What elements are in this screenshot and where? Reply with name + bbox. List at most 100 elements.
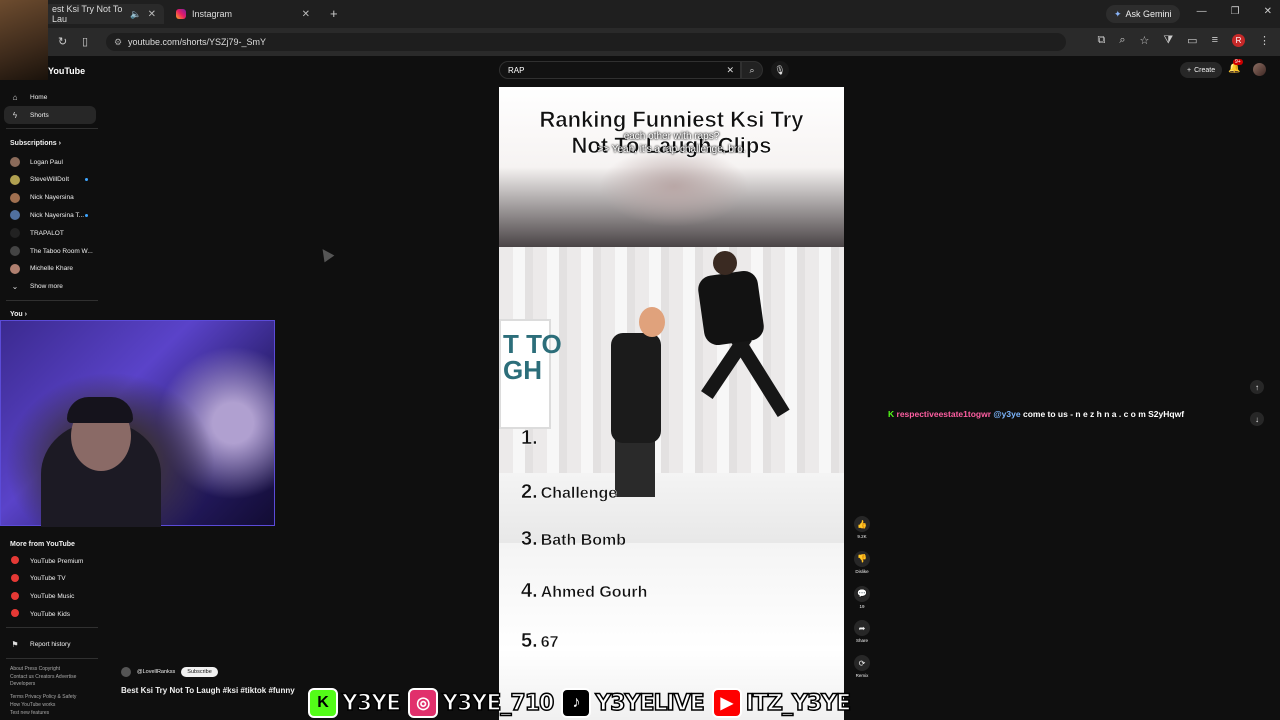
sidebar-toggle-icon[interactable]: ▯ xyxy=(82,35,88,48)
rank-1: 1. xyxy=(521,427,538,450)
search-value: RAP xyxy=(508,65,525,75)
close-tab-icon[interactable]: ✕ xyxy=(148,9,156,20)
chevron-right-icon: › xyxy=(58,140,61,147)
browser-menu-icon[interactable]: ⋮ xyxy=(1259,34,1270,47)
you-heading[interactable]: You › xyxy=(10,311,27,318)
footer-line[interactable]: Contact us Creators Advertise xyxy=(10,674,100,682)
zoom-icon[interactable]: ⌕ xyxy=(1119,34,1125,47)
more-from-youtube-heading: More from YouTube xyxy=(10,541,75,548)
action-label: Dislike xyxy=(855,568,869,574)
tab-youtube[interactable]: est Ksi Try Not To Lau 🔈 ✕ xyxy=(44,4,164,24)
url-text: youtube.com/shorts/YSZj79-_SmY xyxy=(128,37,267,47)
more-from-youtube-item[interactable]: YouTube Kids xyxy=(4,605,96,623)
social-handle: Y3YELIVE xyxy=(595,690,706,717)
subscription-name: Nick Nayersina T... xyxy=(30,211,85,219)
voice-search-button[interactable]: 🎙 xyxy=(771,61,789,79)
footer-line[interactable]: Test new features xyxy=(10,710,100,718)
comments-button[interactable]: 💬 19 xyxy=(852,585,872,609)
more-from-youtube-item[interactable]: YouTube Premium xyxy=(4,552,96,570)
subscriptions-heading[interactable]: Subscriptions › xyxy=(10,140,61,147)
dislike-button[interactable]: 👎 Dislike xyxy=(852,550,872,574)
extensions-icon[interactable]: ⧩ xyxy=(1163,34,1173,47)
share-button[interactable]: ➦ Share xyxy=(852,620,872,643)
rank-number: 3. xyxy=(521,528,538,550)
close-tab-icon[interactable]: ✕ xyxy=(302,9,310,20)
address-bar[interactable]: ⚙ youtube.com/shorts/YSZj79-_SmY xyxy=(106,33,1066,51)
person-left-body xyxy=(611,333,661,443)
action-label: Share xyxy=(855,638,868,644)
media-controls-icon[interactable]: ≡ xyxy=(1212,34,1218,47)
action-label: 19 xyxy=(859,603,865,609)
site-info-icon[interactable]: ⚙ xyxy=(114,37,122,48)
footer-line[interactable]: Developers xyxy=(10,681,100,689)
person-left-legs xyxy=(615,437,655,497)
shorts-video-player[interactable]: Ranking Funniest Ksi Try Not To Laugh Cl… xyxy=(499,87,844,720)
chevron-down-icon: ⌄ xyxy=(11,281,19,291)
arrow-up-icon: ↑ xyxy=(1255,382,1259,392)
cast-icon[interactable]: ⧉ xyxy=(1097,34,1105,47)
flag-icon: ⚑ xyxy=(11,639,19,649)
youtube-app-icon xyxy=(10,573,20,584)
bookmark-star-icon[interactable]: ☆ xyxy=(1139,34,1149,47)
reload-icon[interactable]: ↻ xyxy=(58,35,67,48)
thumbs-down-icon: 👎 xyxy=(854,550,870,567)
channel-handle[interactable]: @LovellRankss xyxy=(137,669,175,675)
minimize-icon[interactable]: — xyxy=(1197,6,1207,17)
subscribe-button[interactable]: Subscribe xyxy=(181,667,218,677)
more-from-youtube-item[interactable]: YouTube TV xyxy=(4,570,96,588)
video-title[interactable]: Best Ksi Try Not To Laugh #ksi #tiktok #… xyxy=(121,686,295,695)
like-button[interactable]: 👍 9.2K xyxy=(852,516,872,539)
search-button[interactable]: ⌕ xyxy=(741,61,763,79)
restore-icon[interactable]: ❐ xyxy=(1231,6,1240,17)
channel-avatar xyxy=(10,210,20,221)
account-avatar[interactable] xyxy=(1253,63,1266,76)
close-window-icon[interactable]: ✕ xyxy=(1264,6,1272,17)
ranking-item: 4. Ahmed Gourh xyxy=(521,580,648,603)
title-line-1: Ranking Funniest Ksi Try xyxy=(539,107,804,133)
rank-number: 5. xyxy=(521,630,538,652)
sidebar-subscription-item[interactable]: SteveWillDoIt xyxy=(4,171,96,189)
channel-avatar xyxy=(10,228,20,239)
chevron-right-icon: › xyxy=(24,311,27,318)
streamer-cap xyxy=(67,397,133,423)
more-item-label: YouTube Kids xyxy=(30,610,70,618)
share-icon: ➦ xyxy=(854,620,870,637)
sidebar-subscription-item[interactable]: The Taboo Room W... xyxy=(4,242,96,260)
show-more-button[interactable]: ⌄ Show more xyxy=(4,277,96,295)
report-history-link[interactable]: ⚑ Report history xyxy=(4,635,96,653)
footer-line[interactable]: How YouTube works xyxy=(10,702,100,710)
create-button[interactable]: + Create xyxy=(1180,62,1223,78)
sidebar-item-shorts[interactable]: ϟ Shorts xyxy=(4,106,96,124)
caption-line-1: each other with raps? xyxy=(623,131,720,142)
ranking-item: 3. Bath Bomb xyxy=(521,528,626,551)
clear-search-icon[interactable]: ✕ xyxy=(726,65,734,76)
sidebar-subscription-item[interactable]: Logan Paul xyxy=(4,153,96,171)
tab-instagram[interactable]: Instagram ✕ xyxy=(168,4,318,24)
shorts-icon: ϟ xyxy=(12,110,18,120)
remix-icon: ⟳ xyxy=(854,655,870,672)
youtube-app-icon xyxy=(10,609,20,619)
sidebar-subscription-item[interactable]: Nick Nayersina T... xyxy=(4,206,96,224)
caption-line-2: >> Yeah, it's a rap challenge, bro. xyxy=(597,144,746,155)
instagram-favicon-icon xyxy=(176,9,186,19)
remix-button[interactable]: ⟳ Remix xyxy=(852,655,872,678)
previous-short-button[interactable]: ↑ xyxy=(1250,380,1264,394)
sidebar-item-home[interactable]: ⌂ Home xyxy=(4,88,96,106)
split-view-icon[interactable]: ▭ xyxy=(1187,34,1197,47)
action-label: 9.2K xyxy=(857,534,867,539)
profile-avatar[interactable]: R xyxy=(1232,34,1245,47)
sidebar-subscription-item[interactable]: Nick Nayersina xyxy=(4,189,96,207)
footer-line[interactable]: About Press Copyright xyxy=(10,666,100,674)
footer-line[interactable]: Terms Privacy Policy & Safety xyxy=(10,694,100,702)
more-from-youtube-item[interactable]: YouTube Music xyxy=(4,588,96,606)
sidebar-subscription-item[interactable]: TRAPALOT xyxy=(4,224,96,242)
sidebar-subscription-item[interactable]: Michelle Khare xyxy=(4,260,96,278)
tab-audio-icon[interactable]: 🔈 xyxy=(130,9,141,20)
next-short-button[interactable]: ↓ xyxy=(1250,412,1264,426)
new-tab-icon[interactable]: + xyxy=(330,6,338,21)
sign-text: T TO GH xyxy=(503,329,562,385)
youtube-logo[interactable]: YouTube xyxy=(48,66,85,76)
ask-gemini-button[interactable]: ✦ Ask Gemini xyxy=(1106,5,1180,23)
channel-avatar[interactable] xyxy=(121,667,131,677)
search-input[interactable]: RAP ✕ xyxy=(499,61,741,79)
